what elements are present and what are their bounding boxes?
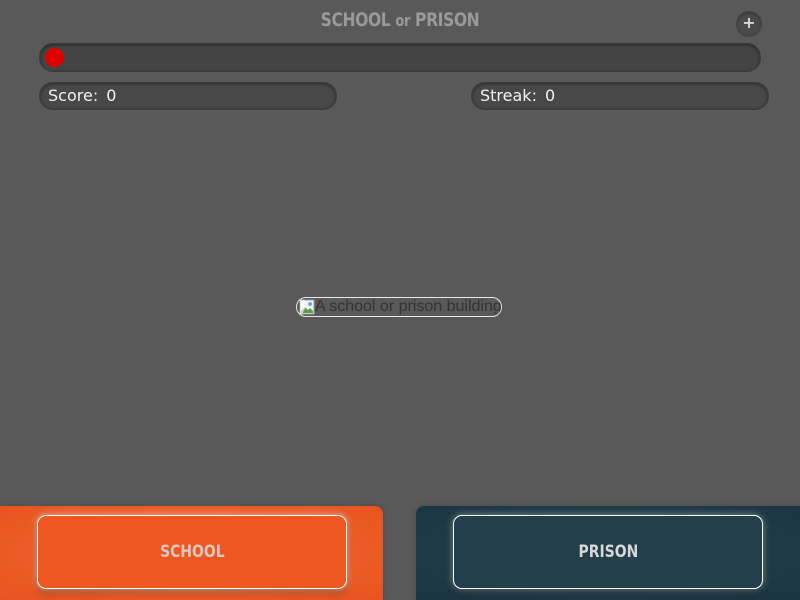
broken-image-icon [299,299,315,315]
title-or-word: or [395,11,411,30]
title-prison-word: PRISON [415,9,480,31]
game-screen: SCHOOL or PRISON + Score: 0 Streak: 0 A sc… [0,0,800,600]
prison-button[interactable]: PRISON [453,515,763,589]
streak-label: Streak: [480,86,537,105]
building-photo: A school or prison building [296,297,502,317]
school-button-label: SCHOOL [159,542,225,562]
streak-display: Streak: 0 [471,82,769,110]
game-title: SCHOOL or PRISON [72,9,728,31]
photo-alt-text: A school or prison building [315,298,502,315]
score-label: Score: [48,86,99,105]
score-value: 0 [106,86,117,105]
school-button[interactable]: SCHOOL [37,515,347,589]
score-display: Score: 0 [39,82,337,110]
plus-button[interactable]: + [736,11,762,37]
title-school-word: SCHOOL [320,9,391,31]
school-panel: SCHOOL [0,506,383,600]
prison-panel: PRISON [416,506,800,600]
timer-bar [39,43,761,72]
streak-value: 0 [544,86,556,105]
prison-button-label: PRISON [578,542,638,562]
timer-indicator [45,48,64,67]
